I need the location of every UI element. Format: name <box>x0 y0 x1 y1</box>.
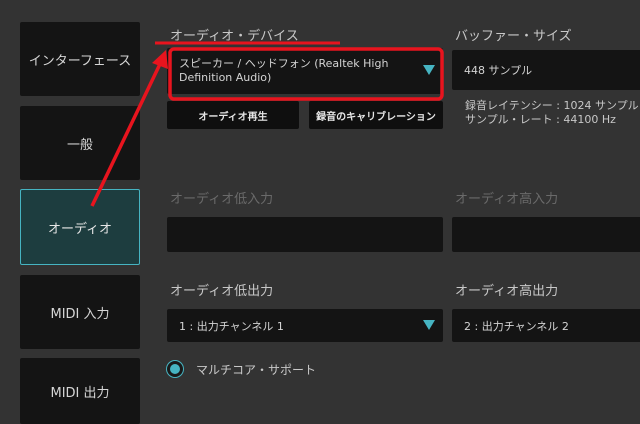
audio-device-select[interactable]: スピーカー / ヘッドフォン (Realtek High Definition … <box>167 48 443 94</box>
audio-high-output-label: オーディオ高出力 <box>455 284 559 299</box>
audio-high-input-select <box>452 217 640 252</box>
tab-label: オーディオ <box>47 221 113 237</box>
latency-line: 録音レイテンシー : 1024 サンプル <box>465 99 639 112</box>
tab-label: インターフェース <box>28 53 132 69</box>
tab-label: MIDI 入力 <box>50 306 110 322</box>
audio-high-output-value: 2 : 出力チャンネル 2 <box>464 319 569 333</box>
audio-low-output-select[interactable]: 1 : 出力チャンネル 1 <box>167 309 443 342</box>
latency-info: 録音レイテンシー : 1024 サンプル サンプル・レート : 44100 Hz <box>465 99 639 127</box>
buffer-size-label: バッファー・サイズ <box>455 29 572 44</box>
audio-low-input-select <box>167 217 443 252</box>
triangle-down-icon <box>423 65 435 75</box>
audio-low-output-label: オーディオ低出力 <box>170 284 274 299</box>
triangle-down-icon <box>423 320 435 330</box>
tab-label: MIDI 出力 <box>50 385 110 401</box>
buffer-size-value: 448 サンプル <box>464 64 533 77</box>
tab-interface[interactable]: インターフェース <box>20 22 140 96</box>
audio-high-input-label: オーディオ高入力 <box>455 192 559 207</box>
tab-audio[interactable]: オーディオ <box>20 189 140 265</box>
tab-midi-input[interactable]: MIDI 入力 <box>20 275 140 349</box>
audio-device-value: スピーカー / ヘッドフォン (Realtek High Definition … <box>179 57 388 85</box>
buffer-size-select[interactable]: 448 サンプル <box>452 50 640 90</box>
tab-general[interactable]: 一般 <box>20 106 140 180</box>
rec-calibration-button[interactable]: 録音のキャリブレーション <box>309 101 443 129</box>
radio-on-icon[interactable] <box>167 361 183 377</box>
rec-calibration-button-label: 録音のキャリブレーション <box>316 111 436 123</box>
audio-high-output-select[interactable]: 2 : 出力チャンネル 2 <box>452 309 640 342</box>
audio-play-button[interactable]: オーディオ再生 <box>167 101 299 129</box>
sample-rate-line: サンプル・レート : 44100 Hz <box>465 113 616 126</box>
audio-device-value-line1: スピーカー / ヘッドフォン (Realtek High <box>179 57 389 70</box>
audio-device-value-line2: Definition Audio) <box>179 71 272 84</box>
audio-low-input-label: オーディオ低入力 <box>170 192 274 207</box>
annotation-arrow-head <box>152 50 168 69</box>
audio-low-output-value: 1 : 出力チャンネル 1 <box>179 319 284 333</box>
tab-label: 一般 <box>66 137 93 153</box>
audio-play-button-label: オーディオ再生 <box>198 111 268 123</box>
multicore-support-label: マルチコア・サポート <box>196 363 317 377</box>
audio-device-label: オーディオ・デバイス <box>170 29 299 44</box>
tab-midi-output[interactable]: MIDI 出力 <box>20 358 140 424</box>
